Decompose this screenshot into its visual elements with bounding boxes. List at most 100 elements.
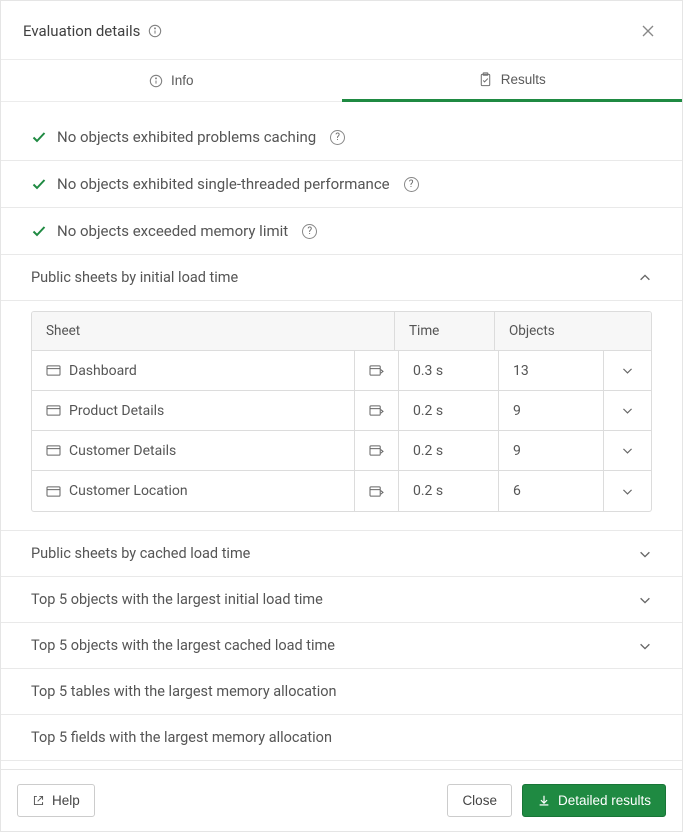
section-top-cached-label: Top 5 objects with the largest cached lo… <box>31 637 335 654</box>
help-button-label: Help <box>52 793 80 808</box>
section-public-initial[interactable]: Public sheets by initial load time <box>1 255 682 301</box>
chevron-down-icon <box>621 404 634 417</box>
cell-sheet: Product Details <box>32 391 354 430</box>
sheet-icon <box>46 364 61 377</box>
chevron-down-icon <box>638 547 652 561</box>
help-icon[interactable]: ? <box>404 177 419 192</box>
close-button[interactable]: Close <box>447 784 512 817</box>
info-icon <box>149 74 163 88</box>
section-public-cached-label: Public sheets by cached load time <box>31 545 250 562</box>
tabs: Info Results <box>1 59 682 102</box>
section-public-cached[interactable]: Public sheets by cached load time <box>1 531 682 577</box>
dialog-title-wrap: Evaluation details <box>23 22 162 40</box>
section-top-cached[interactable]: Top 5 objects with the largest cached lo… <box>1 623 682 669</box>
cell-time: 0.2 s <box>398 431 498 470</box>
cell-sheet: Dashboard <box>32 351 354 390</box>
external-link-icon <box>32 794 45 807</box>
status-single-threaded: No objects exhibited single-threaded per… <box>1 161 682 208</box>
table-row: Product Details 0.2 s9 <box>32 391 651 431</box>
sheets-table: Sheet Time Objects Dashboard0.3 s13Produ… <box>31 311 652 512</box>
sheets-table-wrap: Sheet Time Objects Dashboard0.3 s13Produ… <box>1 301 682 531</box>
chevron-down-icon <box>621 485 634 498</box>
detailed-results-button[interactable]: Detailed results <box>522 784 666 817</box>
sheet-name: Customer Details <box>69 443 176 459</box>
check-icon <box>31 176 47 192</box>
sheet-name: Dashboard <box>69 363 137 379</box>
section-top-tables[interactable]: Top 5 tables with the largest memory all… <box>1 669 682 715</box>
cell-sheet: Customer Details <box>32 431 354 470</box>
dialog-footer: Help Close Detailed results <box>1 769 682 831</box>
section-top-initial-label: Top 5 objects with the largest initial l… <box>31 591 323 608</box>
detailed-results-label: Detailed results <box>558 793 651 808</box>
expand-row-button[interactable] <box>603 351 651 390</box>
open-sheet-button[interactable] <box>354 471 398 511</box>
sheet-icon <box>46 485 61 498</box>
open-sheet-button[interactable] <box>354 351 398 390</box>
info-icon[interactable] <box>148 24 162 38</box>
sheet-name: Product Details <box>69 403 164 419</box>
table-row: Customer Location 0.2 s6 <box>32 471 651 511</box>
footer-right: Close Detailed results <box>447 784 666 817</box>
table-body: Dashboard0.3 s13Product Details0.2 s9Cus… <box>32 351 651 511</box>
expand-row-button[interactable] <box>603 431 651 470</box>
help-button[interactable]: Help <box>17 784 95 817</box>
open-sheet-icon <box>369 364 384 377</box>
chevron-down-icon <box>638 639 652 653</box>
status-caching: No objects exhibited problems caching ? <box>1 114 682 161</box>
tab-info-label: Info <box>171 73 194 88</box>
tab-info[interactable]: Info <box>1 60 342 101</box>
tab-results-label: Results <box>501 72 546 87</box>
close-icon[interactable] <box>636 19 660 43</box>
cell-objects: 6 <box>498 471 603 511</box>
header-objects: Objects <box>494 312 651 350</box>
section-top-fields-label: Top 5 fields with the largest memory all… <box>31 729 332 746</box>
cell-objects: 9 <box>498 391 603 430</box>
cell-time: 0.2 s <box>398 471 498 511</box>
chevron-down-icon <box>621 444 634 457</box>
table-row: Dashboard 0.3 s13 <box>32 351 651 391</box>
cell-sheet: Customer Location <box>32 471 354 511</box>
header-time: Time <box>394 312 494 350</box>
cell-time: 0.3 s <box>398 351 498 390</box>
tab-results[interactable]: Results <box>342 60 683 102</box>
table-row: Customer Details 0.2 s9 <box>32 431 651 471</box>
sheet-icon <box>46 404 61 417</box>
content: No objects exhibited problems caching ? … <box>1 102 682 769</box>
open-sheet-button[interactable] <box>354 391 398 430</box>
section-top-fields[interactable]: Top 5 fields with the largest memory all… <box>1 715 682 761</box>
footer-left: Help <box>17 784 95 817</box>
cell-objects: 9 <box>498 431 603 470</box>
evaluation-dialog: Evaluation details Info Results No objec… <box>0 0 683 832</box>
sheet-name: Customer Location <box>69 483 188 499</box>
section-public-initial-label: Public sheets by initial load time <box>31 269 238 286</box>
dialog-header: Evaluation details <box>1 1 682 59</box>
status-caching-text: No objects exhibited problems caching <box>57 128 316 146</box>
dialog-title: Evaluation details <box>23 22 140 40</box>
sheet-icon <box>46 444 61 457</box>
open-sheet-button[interactable] <box>354 431 398 470</box>
cell-objects: 13 <box>498 351 603 390</box>
close-button-label: Close <box>462 793 497 808</box>
chevron-down-icon <box>638 593 652 607</box>
open-sheet-icon <box>369 404 384 417</box>
help-icon[interactable]: ? <box>330 130 345 145</box>
section-top-initial[interactable]: Top 5 objects with the largest initial l… <box>1 577 682 623</box>
download-icon <box>537 794 551 808</box>
open-sheet-icon <box>369 444 384 457</box>
status-memory: No objects exceeded memory limit ? <box>1 208 682 255</box>
status-single-threaded-text: No objects exhibited single-threaded per… <box>57 175 390 193</box>
check-icon <box>31 129 47 145</box>
expand-row-button[interactable] <box>603 471 651 511</box>
header-sheet: Sheet <box>32 312 394 350</box>
chevron-up-icon <box>638 271 652 285</box>
cell-time: 0.2 s <box>398 391 498 430</box>
table-header-row: Sheet Time Objects <box>32 312 651 351</box>
expand-row-button[interactable] <box>603 391 651 430</box>
status-memory-text: No objects exceeded memory limit <box>57 222 288 240</box>
open-sheet-icon <box>369 485 384 498</box>
help-icon[interactable]: ? <box>302 224 317 239</box>
clipboard-check-icon <box>478 72 493 87</box>
check-icon <box>31 223 47 239</box>
chevron-down-icon <box>621 364 634 377</box>
section-top-tables-label: Top 5 tables with the largest memory all… <box>31 683 337 700</box>
